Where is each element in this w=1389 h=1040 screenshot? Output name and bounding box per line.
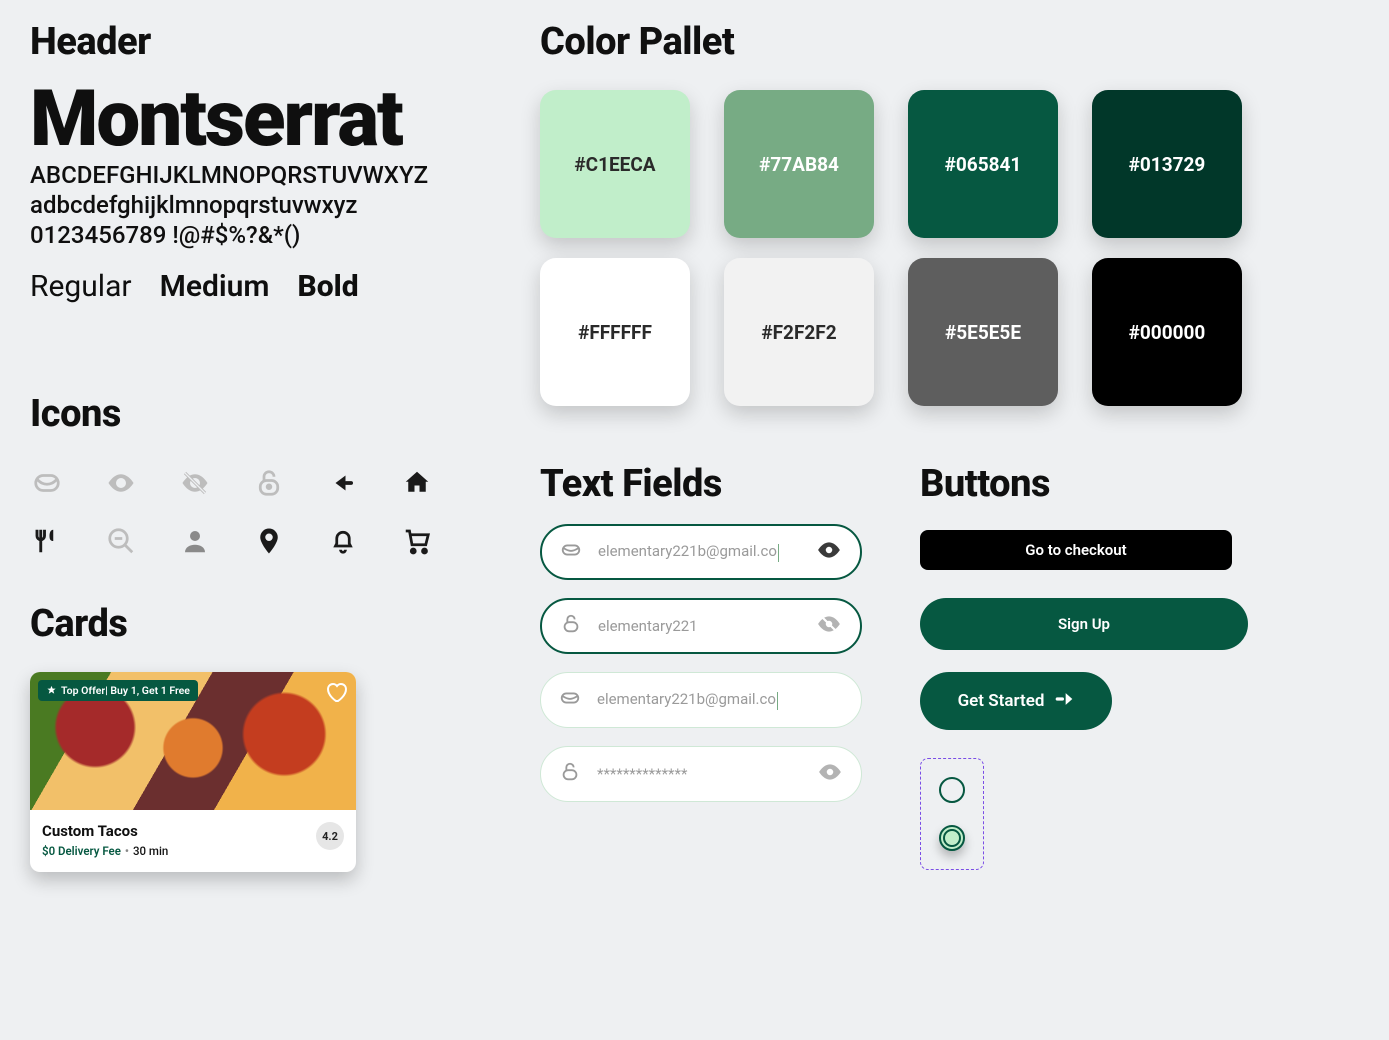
delivery-fee: $0 Delivery Fee	[42, 844, 121, 858]
signup-button[interactable]: Sign Up	[920, 598, 1248, 650]
card-subtitle: $0 Delivery Fee•30 min	[42, 844, 344, 858]
lock-icon	[559, 761, 581, 787]
cart-icon	[400, 524, 434, 558]
field-value: elementary221b@gmail.co	[598, 542, 777, 560]
color-swatch: #013729	[1092, 90, 1242, 238]
weight-medium: Medium	[160, 269, 270, 304]
eye-icon[interactable]	[817, 759, 843, 789]
top-offer-badge: Top Offer| Buy 1, Get 1 Free	[38, 680, 198, 701]
color-swatch: #5E5E5E	[908, 258, 1058, 406]
alphabet-upper: ABCDEFGHIJKLMNOPQRSTUVWXYZ	[30, 161, 500, 189]
color-swatch: #C1EECA	[540, 90, 690, 238]
mail-icon	[30, 466, 64, 500]
header-section-title: Header	[30, 20, 500, 64]
field-value: elementary221	[598, 617, 698, 635]
icons-section-title: Icons	[30, 392, 460, 436]
get-started-button[interactable]: Get Started	[920, 672, 1112, 730]
badge-label: Top Offer| Buy 1, Get 1 Free	[61, 684, 190, 697]
favorite-heart-icon[interactable]	[324, 680, 348, 704]
home-icon	[400, 466, 434, 500]
textfields-section-title: Text Fields	[540, 462, 862, 506]
eye-off-icon	[178, 466, 212, 500]
cards-section-title: Cards	[30, 602, 356, 646]
button-label: Go to checkout	[1025, 541, 1126, 559]
button-label: Sign Up	[1058, 615, 1110, 633]
field-value: **************	[597, 765, 687, 783]
email-input-focused[interactable]: elementary221b@gmail.co	[540, 524, 862, 580]
weight-bold: Bold	[297, 269, 358, 304]
food-card[interactable]: Top Offer| Buy 1, Get 1 Free Custom Taco…	[30, 672, 356, 872]
back-arrow-icon	[326, 466, 360, 500]
color-swatch: #000000	[1092, 258, 1242, 406]
buttons-section-title: Buttons	[920, 462, 1248, 506]
eye-icon	[104, 466, 138, 500]
radio-selected[interactable]	[939, 825, 965, 851]
field-value: elementary221b@gmail.co	[597, 690, 776, 708]
alphabet-digits: 0123456789 !@#$%?&*()	[30, 221, 500, 249]
pallet-section-title: Color Pallet	[540, 20, 1242, 64]
color-swatch: #065841	[908, 90, 1058, 238]
person-icon	[178, 524, 212, 558]
checkout-button[interactable]: Go to checkout	[920, 530, 1232, 570]
lock-icon	[560, 613, 582, 639]
color-swatch: #F2F2F2	[724, 258, 874, 406]
color-swatch: #FFFFFF	[540, 258, 690, 406]
card-title: Custom Tacos	[42, 822, 344, 840]
mail-icon	[559, 687, 581, 713]
color-swatch: #77AB84	[724, 90, 874, 238]
eye-icon[interactable]	[816, 537, 842, 567]
bell-icon	[326, 524, 360, 558]
button-label: Get Started	[958, 691, 1045, 711]
rating-badge: 4.2	[316, 822, 344, 850]
utensils-icon	[30, 524, 64, 558]
eye-off-icon[interactable]	[816, 611, 842, 641]
delivery-time: 30 min	[133, 844, 168, 858]
password-input-focused[interactable]: elementary221	[540, 598, 862, 654]
mail-icon	[560, 539, 582, 565]
alphabet-lower: adbcdefghijklmnopqrstuvwxyz	[30, 191, 500, 219]
location-icon	[252, 524, 286, 558]
font-name: Montserrat	[30, 74, 500, 165]
password-input-idle[interactable]: **************	[540, 746, 862, 802]
radio-unselected[interactable]	[939, 777, 965, 803]
arrow-right-icon	[1054, 691, 1074, 711]
card-image: Top Offer| Buy 1, Get 1 Free	[30, 672, 356, 810]
lock-icon	[252, 466, 286, 500]
email-input-idle[interactable]: elementary221b@gmail.co	[540, 672, 862, 728]
radio-group	[920, 758, 984, 870]
weight-regular: Regular	[30, 269, 132, 304]
search-zoom-icon	[104, 524, 138, 558]
